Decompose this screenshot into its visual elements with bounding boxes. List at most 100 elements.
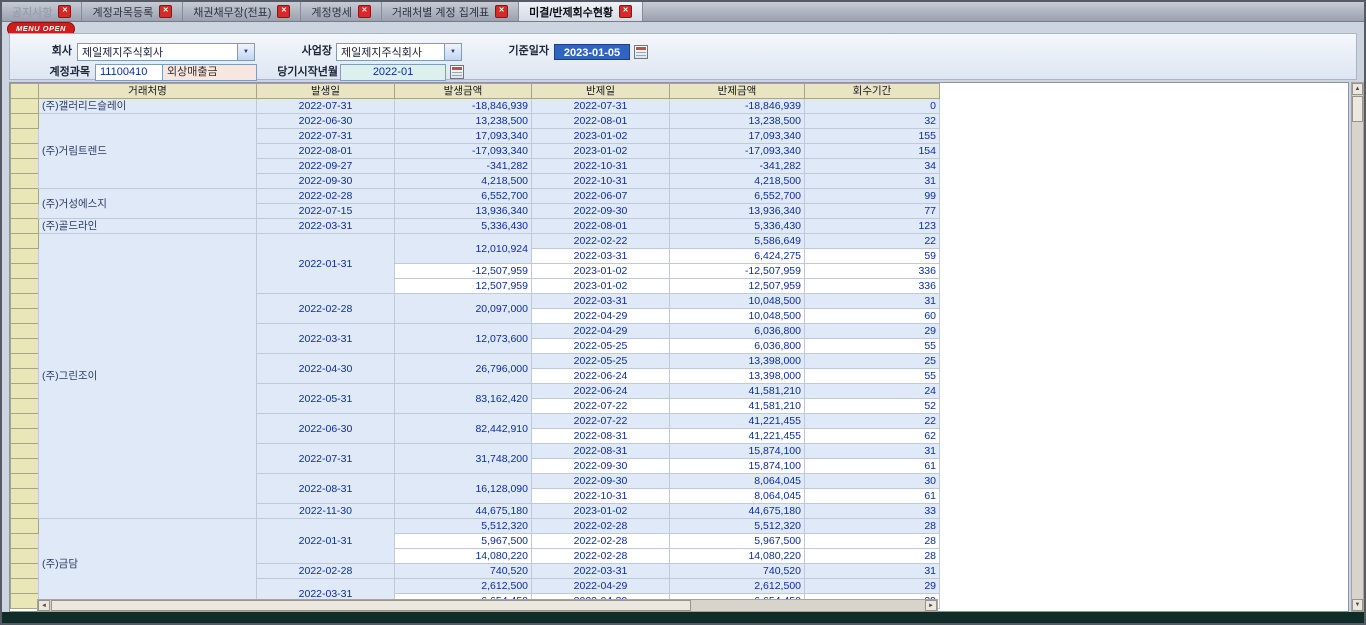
period-cell[interactable]: 29 bbox=[805, 324, 940, 339]
row-indicator[interactable] bbox=[11, 129, 39, 144]
row-indicator[interactable] bbox=[11, 549, 39, 564]
row-indicator[interactable] bbox=[11, 339, 39, 354]
settle-amount-cell[interactable]: 13,398,000 bbox=[670, 369, 805, 384]
row-indicator[interactable] bbox=[11, 324, 39, 339]
row-indicator[interactable] bbox=[11, 429, 39, 444]
period-cell[interactable]: 31 bbox=[805, 564, 940, 579]
close-icon[interactable]: ✕ bbox=[358, 5, 371, 18]
period-cell[interactable]: 62 bbox=[805, 429, 940, 444]
settle-amount-cell[interactable]: 10,048,500 bbox=[670, 309, 805, 324]
occur-amount-cell[interactable]: 740,520 bbox=[395, 564, 532, 579]
occur-date-cell[interactable]: 2022-07-31 bbox=[257, 129, 395, 144]
horizontal-scroll-thumb[interactable] bbox=[51, 600, 691, 611]
settle-amount-cell[interactable]: 13,238,500 bbox=[670, 114, 805, 129]
period-cell[interactable]: 22 bbox=[805, 414, 940, 429]
row-indicator[interactable] bbox=[11, 534, 39, 549]
row-indicator[interactable] bbox=[11, 459, 39, 474]
occur-date-cell[interactable]: 2022-02-28 bbox=[257, 189, 395, 204]
period-cell[interactable]: 55 bbox=[805, 339, 940, 354]
occur-amount-cell[interactable]: 16,128,090 bbox=[395, 474, 532, 504]
row-indicator[interactable] bbox=[11, 234, 39, 249]
account-code-input[interactable]: 11100410 bbox=[95, 64, 163, 81]
settle-amount-cell[interactable]: 17,093,340 bbox=[670, 129, 805, 144]
tab-0[interactable]: 공지사항✕ bbox=[2, 2, 82, 21]
settle-amount-cell[interactable]: 12,507,959 bbox=[670, 279, 805, 294]
settle-amount-cell[interactable]: 4,218,500 bbox=[670, 174, 805, 189]
occur-amount-cell[interactable]: -341,282 bbox=[395, 159, 532, 174]
row-indicator[interactable] bbox=[11, 279, 39, 294]
close-icon[interactable]: ✕ bbox=[159, 5, 172, 18]
settle-date-cell[interactable]: 2022-08-01 bbox=[532, 219, 670, 234]
row-indicator[interactable] bbox=[11, 579, 39, 594]
occur-amount-cell[interactable]: 12,010,924 bbox=[395, 234, 532, 264]
row-indicator[interactable] bbox=[11, 219, 39, 234]
settle-date-cell[interactable]: 2022-03-31 bbox=[532, 294, 670, 309]
occur-amount-cell[interactable]: 6,552,700 bbox=[395, 189, 532, 204]
occur-amount-cell[interactable]: 4,218,500 bbox=[395, 174, 532, 189]
customer-cell[interactable]: (주)거성에스지 bbox=[39, 189, 257, 219]
close-icon[interactable]: ✕ bbox=[58, 5, 71, 18]
row-indicator[interactable] bbox=[11, 309, 39, 324]
column-header[interactable]: 반제금액 bbox=[670, 84, 805, 99]
settle-amount-cell[interactable]: 5,512,320 bbox=[670, 519, 805, 534]
occur-date-cell[interactable]: 2022-04-30 bbox=[257, 354, 395, 384]
close-icon[interactable]: ✕ bbox=[277, 5, 290, 18]
settle-amount-cell[interactable]: 13,398,000 bbox=[670, 354, 805, 369]
row-indicator[interactable] bbox=[11, 354, 39, 369]
period-cell[interactable]: 336 bbox=[805, 264, 940, 279]
row-indicator[interactable] bbox=[11, 594, 39, 609]
occur-amount-cell[interactable]: 14,080,220 bbox=[395, 549, 532, 564]
column-header[interactable]: 발생일 bbox=[257, 84, 395, 99]
settle-date-cell[interactable]: 2022-04-29 bbox=[532, 324, 670, 339]
settle-amount-cell[interactable]: -18,846,939 bbox=[670, 99, 805, 114]
occur-date-cell[interactable]: 2022-11-30 bbox=[257, 504, 395, 519]
tab-5[interactable]: 미결/반제회수현황✕ bbox=[519, 2, 643, 21]
tab-1[interactable]: 계정과목등록✕ bbox=[82, 2, 183, 21]
period-cell[interactable]: 30 bbox=[805, 474, 940, 489]
settle-amount-cell[interactable]: 41,581,210 bbox=[670, 384, 805, 399]
period-cell[interactable]: 60 bbox=[805, 309, 940, 324]
settle-amount-cell[interactable]: 41,581,210 bbox=[670, 399, 805, 414]
settle-date-cell[interactable]: 2022-06-24 bbox=[532, 384, 670, 399]
settle-date-cell[interactable]: 2022-10-31 bbox=[532, 159, 670, 174]
tab-2[interactable]: 채권채무장(전표)✕ bbox=[183, 2, 301, 21]
tab-3[interactable]: 계정명세✕ bbox=[301, 2, 381, 21]
settle-amount-cell[interactable]: 15,874,100 bbox=[670, 444, 805, 459]
site-select[interactable]: 제일제지주식회사 ▼ bbox=[336, 43, 462, 61]
period-cell[interactable]: 55 bbox=[805, 369, 940, 384]
occur-amount-cell[interactable]: -17,093,340 bbox=[395, 144, 532, 159]
occur-date-cell[interactable]: 2022-03-31 bbox=[257, 324, 395, 354]
row-indicator[interactable] bbox=[11, 99, 39, 114]
settle-date-cell[interactable]: 2022-08-01 bbox=[532, 114, 670, 129]
occur-amount-cell[interactable]: 13,238,500 bbox=[395, 114, 532, 129]
row-indicator[interactable] bbox=[11, 174, 39, 189]
settle-date-cell[interactable]: 2022-08-31 bbox=[532, 429, 670, 444]
close-icon[interactable]: ✕ bbox=[619, 5, 632, 18]
settle-date-cell[interactable]: 2022-09-30 bbox=[532, 204, 670, 219]
row-indicator[interactable] bbox=[11, 144, 39, 159]
occur-amount-cell[interactable]: 44,675,180 bbox=[395, 504, 532, 519]
settle-date-cell[interactable]: 2022-03-31 bbox=[532, 249, 670, 264]
period-cell[interactable]: 31 bbox=[805, 444, 940, 459]
settle-date-cell[interactable]: 2023-01-02 bbox=[532, 264, 670, 279]
period-cell[interactable]: 77 bbox=[805, 204, 940, 219]
period-cell[interactable]: 32 bbox=[805, 114, 940, 129]
column-header[interactable]: 반제일 bbox=[532, 84, 670, 99]
settle-amount-cell[interactable]: 2,612,500 bbox=[670, 579, 805, 594]
settle-amount-cell[interactable]: 14,080,220 bbox=[670, 549, 805, 564]
row-indicator[interactable] bbox=[11, 114, 39, 129]
period-cell[interactable]: 61 bbox=[805, 459, 940, 474]
period-cell[interactable]: 59 bbox=[805, 249, 940, 264]
occur-date-cell[interactable]: 2022-06-30 bbox=[257, 114, 395, 129]
occur-date-cell[interactable]: 2022-08-31 bbox=[257, 474, 395, 504]
settle-date-cell[interactable]: 2022-07-31 bbox=[532, 99, 670, 114]
vertical-scroll-thumb[interactable] bbox=[1352, 96, 1363, 122]
occur-amount-cell[interactable]: 20,097,000 bbox=[395, 294, 532, 324]
period-cell[interactable]: 99 bbox=[805, 189, 940, 204]
occur-date-cell[interactable]: 2022-02-28 bbox=[257, 564, 395, 579]
period-cell[interactable]: 28 bbox=[805, 534, 940, 549]
occur-amount-cell[interactable]: 13,936,340 bbox=[395, 204, 532, 219]
settle-date-cell[interactable]: 2022-03-31 bbox=[532, 564, 670, 579]
settle-amount-cell[interactable]: 41,221,455 bbox=[670, 429, 805, 444]
row-indicator[interactable] bbox=[11, 189, 39, 204]
